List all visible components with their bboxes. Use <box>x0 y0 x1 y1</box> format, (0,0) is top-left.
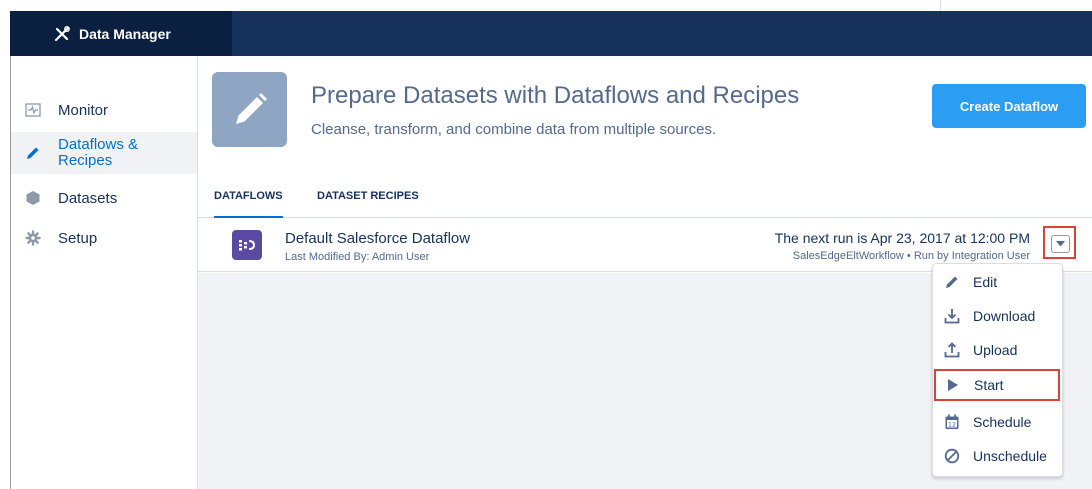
dataflow-name[interactable]: Default Salesforce Dataflow <box>285 230 470 247</box>
row-actions-menu: Edit Download Upload Start 12 Schedule U… <box>932 263 1063 477</box>
ban-icon <box>944 448 960 464</box>
download-icon <box>944 308 960 324</box>
sidebar-item-label: Setup <box>58 229 98 247</box>
tab-dataset-recipes[interactable]: DATASET RECIPES <box>317 174 419 218</box>
next-run-text: The next run is Apr 23, 2017 at 12:00 PM <box>774 230 1030 246</box>
gear-icon <box>25 230 41 246</box>
sidebar-item-label: Monitor <box>58 101 109 119</box>
page-title: Prepare Datasets with Dataflows and Reci… <box>311 82 800 109</box>
top-strip <box>0 0 1092 11</box>
tab-dataflows[interactable]: DATAFLOWS <box>214 174 283 219</box>
menu-item-start[interactable]: Start <box>934 369 1060 401</box>
page-subtitle: Cleanse, transform, and combine data fro… <box>311 121 717 138</box>
pencil-icon <box>25 145 41 161</box>
app-title: Data Manager <box>79 25 171 42</box>
sidebar-item-label: Datasets <box>58 189 118 207</box>
sidebar: Monitor Dataflows & Recipes Datasets Set… <box>11 56 198 489</box>
hexagon-icon <box>25 190 41 206</box>
menu-item-download[interactable]: Download <box>933 299 1062 333</box>
svg-text:12: 12 <box>948 421 956 429</box>
monitor-icon <box>25 102 41 118</box>
sidebar-item-setup[interactable]: Setup <box>11 224 197 252</box>
sidebar-item-datasets[interactable]: Datasets <box>11 184 197 212</box>
tab-bar: DATAFLOWS DATASET RECIPES <box>198 174 1092 219</box>
menu-item-unschedule[interactable]: Unschedule <box>933 439 1062 473</box>
calendar-icon: 12 <box>944 414 960 430</box>
menu-item-upload[interactable]: Upload <box>933 333 1062 367</box>
chevron-down-icon <box>1056 241 1065 247</box>
create-dataflow-button[interactable]: Create Dataflow <box>932 84 1086 128</box>
menu-item-schedule[interactable]: 12 Schedule <box>933 405 1062 439</box>
pencil-icon <box>944 274 960 290</box>
dataflow-modified: Last Modified By: Admin User <box>285 251 430 263</box>
pencil-icon <box>212 72 287 147</box>
run-info-text: SalesEdgeEltWorkflow • Run by Integratio… <box>792 250 1030 262</box>
tools-icon <box>54 25 70 41</box>
app-tab-data-manager[interactable]: Data Manager <box>10 11 232 56</box>
upload-icon <box>944 342 960 358</box>
menu-item-edit[interactable]: Edit <box>933 265 1062 299</box>
top-divider <box>940 0 941 11</box>
app-bar: Data Manager <box>10 11 1092 56</box>
dataflow-icon <box>232 230 262 260</box>
sidebar-item-dataflows-recipes[interactable]: Dataflows & Recipes <box>11 132 197 174</box>
play-icon <box>945 377 961 393</box>
sidebar-item-monitor[interactable]: Monitor <box>11 96 197 124</box>
row-actions-dropdown-button[interactable] <box>1051 235 1070 253</box>
sidebar-item-label: Dataflows & Recipes <box>58 136 139 169</box>
